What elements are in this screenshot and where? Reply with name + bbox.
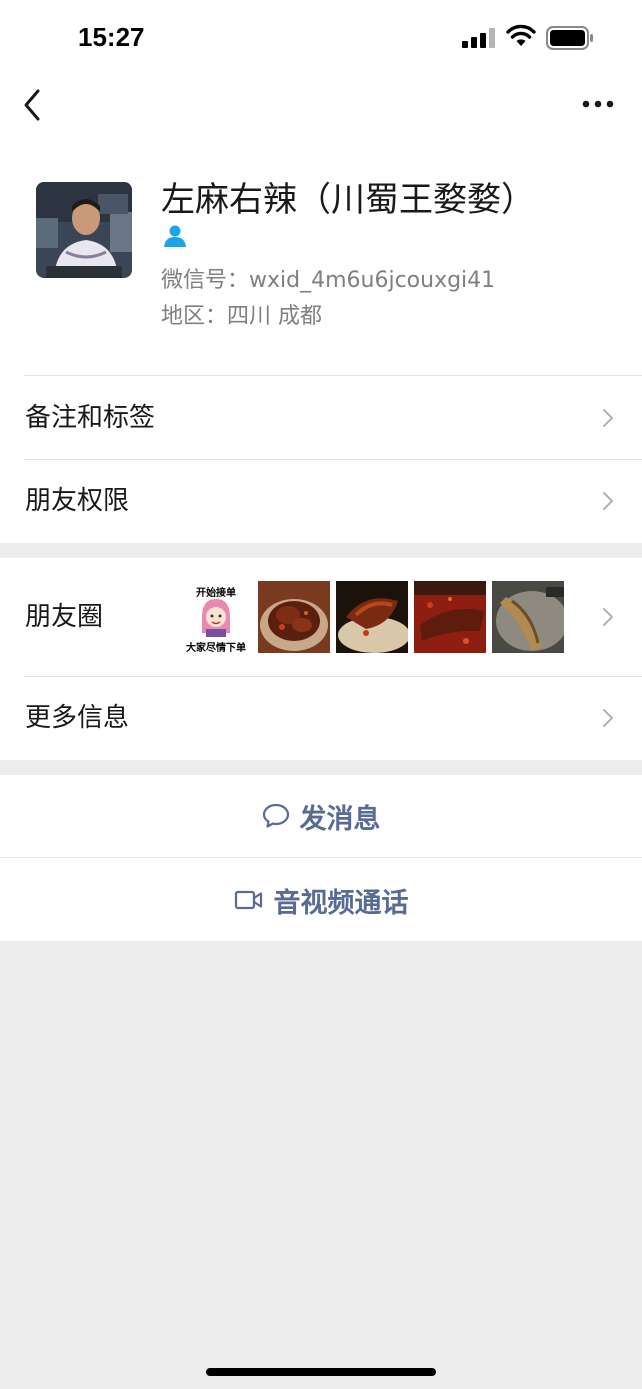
region: 地区：四川 成都 — [161, 304, 322, 329]
signal-icon — [462, 28, 495, 48]
status-time: 15:27 — [78, 22, 145, 52]
divider — [0, 857, 642, 858]
moments-thumbnail — [492, 581, 564, 653]
moments-row[interactable]: 朋友圈 开始接单 大家尽情下单 — [0, 558, 642, 676]
moments-thumbnail: 开始接单 大家尽情下单 — [180, 581, 252, 653]
home-indicator[interactable] — [206, 1368, 436, 1376]
moments-thumbnail — [414, 581, 486, 653]
more-info-row[interactable]: 更多信息 — [0, 677, 642, 759]
notes-and-tags-row[interactable]: 备注和标签 — [0, 377, 642, 459]
chevron-right-icon — [603, 709, 613, 727]
video-call-button[interactable]: 音视频通话 — [0, 859, 642, 941]
moments-thumbnail — [336, 581, 408, 653]
moments-thumbnails: 开始接单 大家尽情下单 — [180, 581, 564, 653]
back-button[interactable] — [20, 88, 46, 122]
chevron-right-icon — [603, 608, 613, 626]
send-message-label: 发消息 — [299, 803, 381, 835]
wechat-id: 微信号：wxid_4m6u6jcouxgi41 — [161, 268, 496, 293]
friend-permissions-row[interactable]: 朋友权限 — [0, 460, 642, 542]
friend-permissions-label: 朋友权限 — [25, 486, 130, 516]
notes-and-tags-label: 备注和标签 — [25, 403, 156, 433]
moments-thumbnail — [258, 581, 330, 653]
video-call-label: 音视频通话 — [273, 887, 409, 919]
chevron-right-icon — [603, 409, 613, 427]
person-icon — [164, 225, 186, 247]
actions-section: 发消息 音视频通话 — [0, 775, 642, 941]
more-button[interactable] — [580, 94, 616, 114]
thumbnail-caption-bottom: 大家尽情下单 — [186, 643, 246, 653]
chevron-right-icon — [603, 492, 613, 510]
avatar[interactable] — [36, 182, 132, 278]
more-info-label: 更多信息 — [25, 703, 130, 733]
profile-card: 15:27 左麻右辣（川蜀王婺婺） 微信号：wxid_4m6u6jcouxgi4… — [0, 0, 642, 543]
wifi-icon — [506, 24, 536, 46]
chat-bubble-icon — [262, 803, 289, 828]
profile-header: 左麻右辣（川蜀王婺婺） 微信号：wxid_4m6u6jcouxgi41 地区：四… — [0, 150, 642, 370]
moments-section: 朋友圈 开始接单 大家尽情下单 更多信息 — [0, 558, 642, 760]
divider — [24, 375, 642, 376]
status-bar: 15:27 — [0, 0, 642, 76]
video-camera-icon — [234, 890, 262, 910]
moments-label: 朋友圈 — [25, 602, 104, 632]
battery-icon — [546, 26, 593, 50]
send-message-button[interactable]: 发消息 — [0, 775, 642, 857]
nav-bar — [0, 76, 642, 136]
nickname: 左麻右辣（川蜀王婺婺） — [161, 180, 535, 220]
